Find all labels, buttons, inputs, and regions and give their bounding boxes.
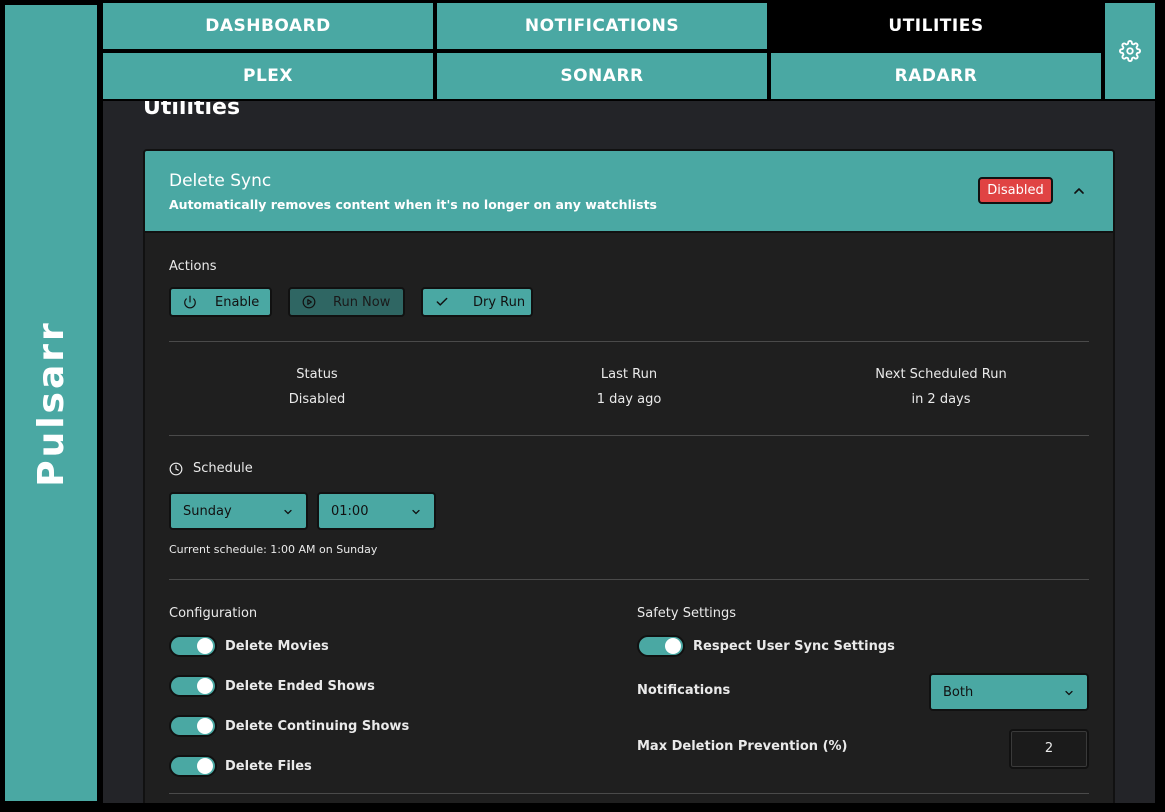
next-run-stat: Next Scheduled Run in 2 days <box>841 367 1041 407</box>
delete-continuing-shows-label: Delete Continuing Shows <box>225 718 410 734</box>
delete-continuing-shows-toggle[interactable] <box>169 715 217 737</box>
nav-radarr[interactable]: RADARR <box>771 53 1101 99</box>
sidebar: Pulsarr <box>3 3 99 803</box>
respect-user-sync-label: Respect User Sync Settings <box>693 638 895 654</box>
delete-movies-row: Delete Movies <box>169 635 329 657</box>
last-run-stat-value: 1 day ago <box>596 392 662 407</box>
next-run-stat-value: in 2 days <box>911 392 971 407</box>
schedule-heading: Schedule <box>169 461 253 476</box>
schedule-time-select[interactable]: 01:00 <box>317 492 436 530</box>
nav-utilities[interactable]: UTILITIES <box>771 3 1101 49</box>
card-header[interactable]: Delete Sync Automatically removes conten… <box>145 151 1113 233</box>
clock-icon <box>169 462 183 475</box>
run-now-button-label: Run Now <box>333 294 391 310</box>
card-title: Delete Sync <box>169 171 272 191</box>
dry-run-button[interactable]: Dry Run <box>421 287 533 317</box>
divider <box>169 793 1089 794</box>
last-run-stat: Last Run 1 day ago <box>529 367 729 407</box>
actions-label: Actions <box>169 259 217 274</box>
respect-user-sync-row: Respect User Sync Settings <box>637 635 895 657</box>
check-icon <box>436 297 448 306</box>
delete-continuing-shows-row: Delete Continuing Shows <box>169 715 409 737</box>
nav-sonarr[interactable]: SONARR <box>437 53 767 99</box>
delete-files-row: Delete Files <box>169 755 312 777</box>
schedule-note: Current schedule: 1:00 AM on Sunday <box>169 543 378 556</box>
delete-files-toggle[interactable] <box>169 755 217 777</box>
chevron-up-icon[interactable] <box>1071 183 1087 199</box>
delete-files-label: Delete Files <box>225 758 312 774</box>
nav-dashboard[interactable]: DASHBOARD <box>103 3 433 49</box>
card-subtitle: Automatically removes content when it's … <box>169 197 657 212</box>
settings-button[interactable] <box>1105 3 1155 99</box>
configuration-label: Configuration <box>169 606 258 621</box>
next-run-stat-label: Next Scheduled Run <box>875 367 1007 382</box>
schedule-day-value: Sunday <box>183 503 232 519</box>
delete-movies-label: Delete Movies <box>225 638 329 654</box>
status-stat-label: Status <box>296 367 338 382</box>
delete-ended-shows-row: Delete Ended Shows <box>169 675 375 697</box>
notifications-label: Notifications <box>637 683 731 698</box>
status-stat-value: Disabled <box>288 392 346 407</box>
main-content: Utilities Delete Sync Automatically remo… <box>103 101 1155 803</box>
divider <box>169 341 1089 342</box>
max-deletion-input[interactable]: 2 <box>1009 729 1089 769</box>
chevron-down-icon <box>412 509 420 515</box>
run-now-button[interactable]: Run Now <box>288 287 405 317</box>
max-deletion-label: Max Deletion Prevention (%) <box>637 739 848 754</box>
safety-settings-label: Safety Settings <box>637 606 737 621</box>
delete-ended-shows-label: Delete Ended Shows <box>225 678 375 694</box>
status-badge: Disabled <box>978 177 1053 204</box>
nav-plex[interactable]: PLEX <box>103 53 433 99</box>
divider <box>169 579 1089 580</box>
dry-run-button-label: Dry Run <box>473 294 526 310</box>
page-title: Utilities <box>143 101 241 120</box>
notifications-value: Both <box>943 684 974 700</box>
chevron-down-icon <box>1065 690 1073 696</box>
schedule-label: Schedule <box>193 461 253 476</box>
enable-button[interactable]: Enable <box>169 287 272 317</box>
delete-sync-card: Delete Sync Automatically removes conten… <box>143 149 1115 803</box>
delete-ended-shows-toggle[interactable] <box>169 675 217 697</box>
power-icon <box>184 295 196 309</box>
enable-button-label: Enable <box>215 294 260 310</box>
app-logo[interactable]: Pulsarr <box>31 320 72 487</box>
respect-user-sync-toggle[interactable] <box>637 635 685 657</box>
gear-icon <box>1119 40 1141 62</box>
nav-notifications[interactable]: NOTIFICATIONS <box>437 3 767 49</box>
last-run-stat-label: Last Run <box>600 367 658 382</box>
status-stat: Status Disabled <box>217 367 417 407</box>
divider <box>169 435 1089 436</box>
notifications-select[interactable]: Both <box>929 673 1089 711</box>
play-circle-icon <box>302 295 316 309</box>
chevron-down-icon <box>284 509 292 515</box>
delete-movies-toggle[interactable] <box>169 635 217 657</box>
schedule-time-value: 01:00 <box>331 503 369 519</box>
schedule-day-select[interactable]: Sunday <box>169 492 308 530</box>
